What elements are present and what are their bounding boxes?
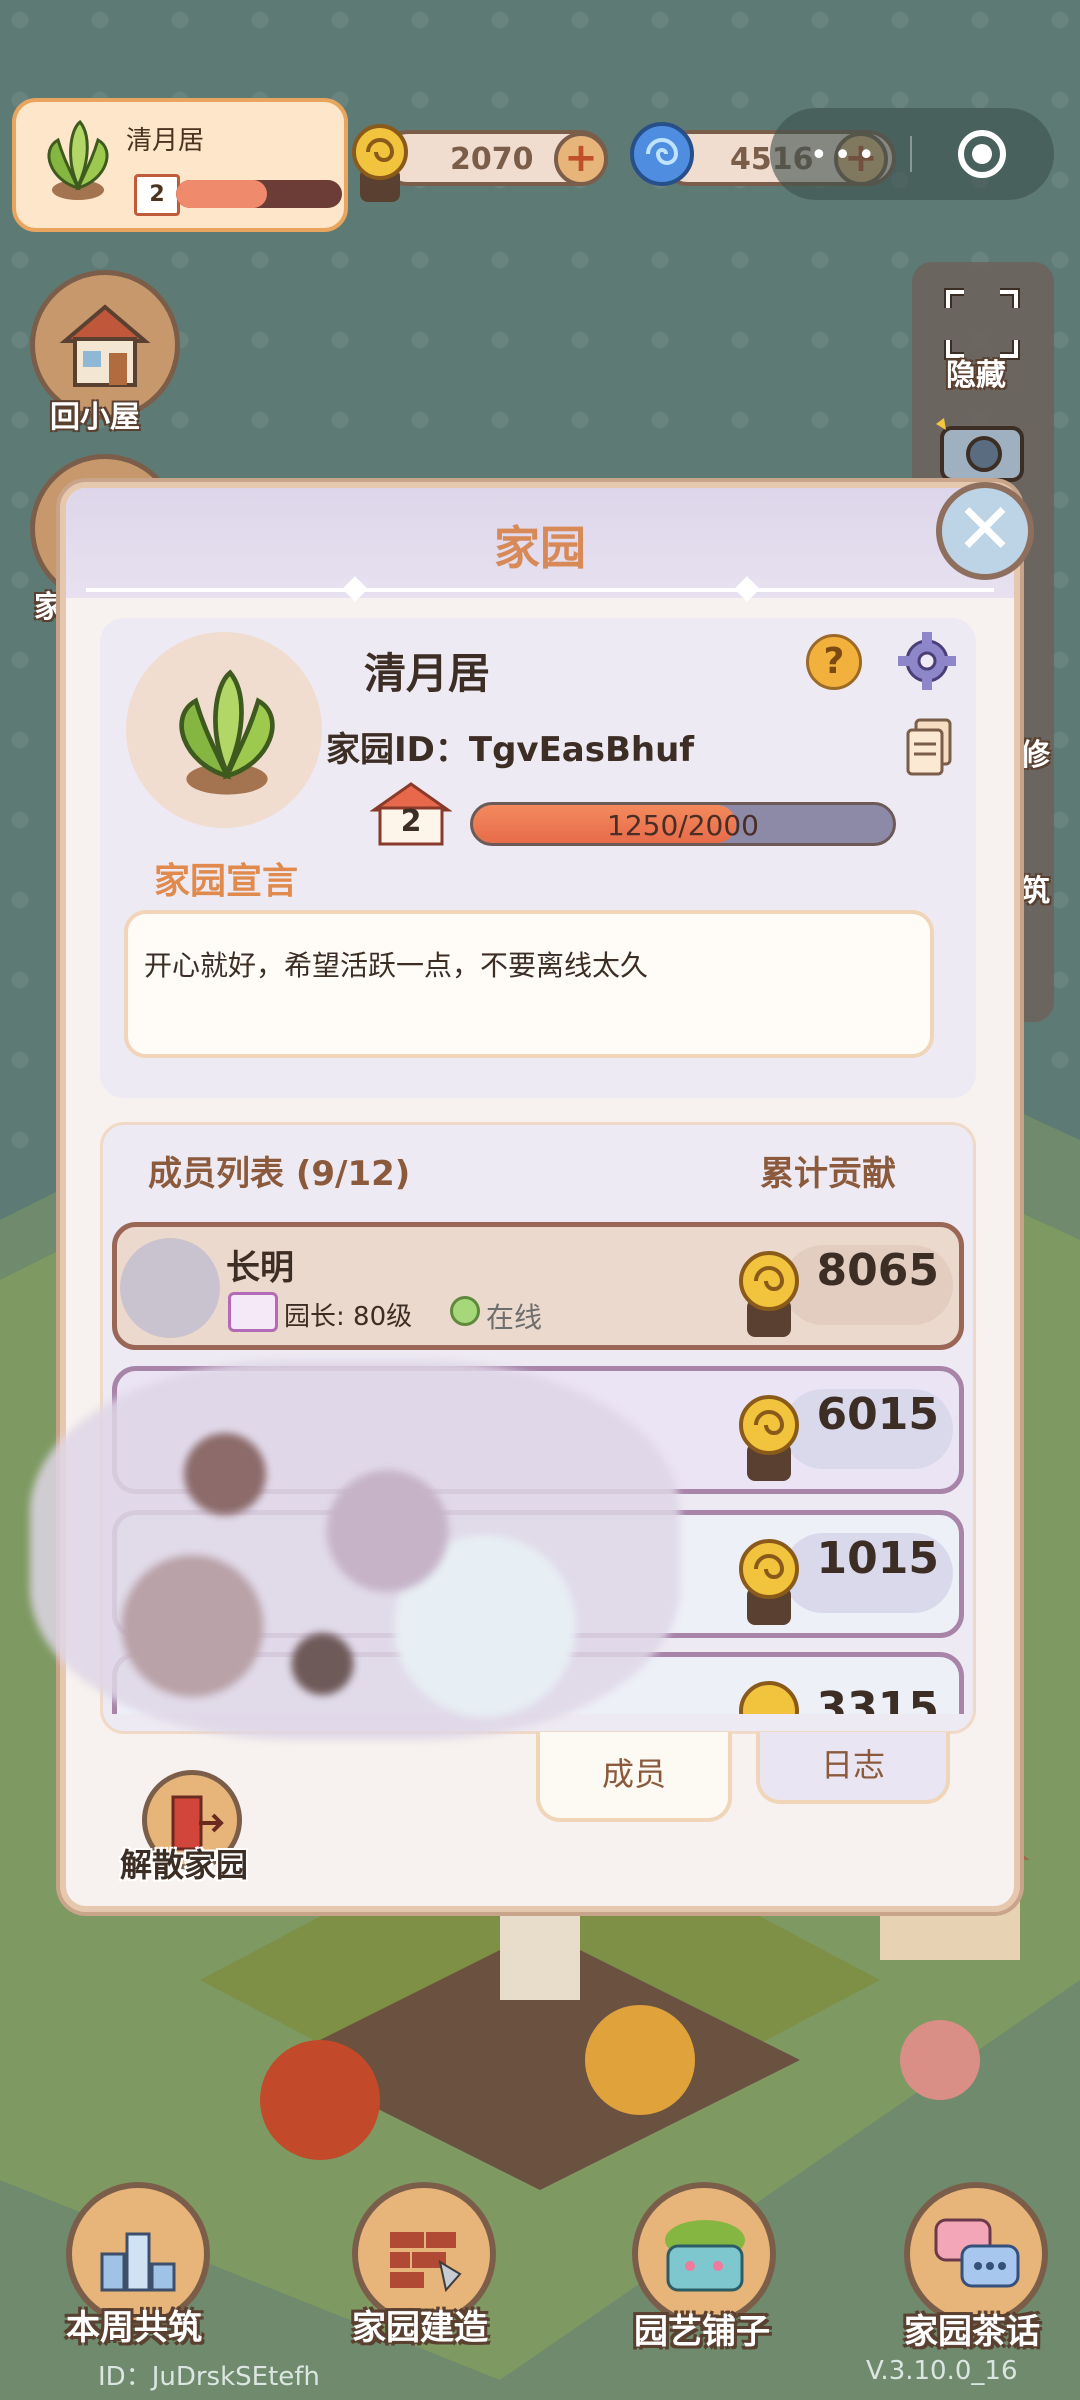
help-icon[interactable]: ? — [806, 634, 862, 690]
contribution-header: 累计贡献 — [760, 1154, 896, 1194]
capsule-divider — [910, 136, 912, 172]
version-label: V.3.10.0_16 — [866, 2356, 1018, 2386]
member-list-header: 成员列表 (9/12) — [148, 1154, 411, 1194]
garden-level: 2 — [400, 804, 422, 839]
garden-build-label: 家园建造 — [352, 2308, 488, 2348]
repair-label: 修 — [1020, 738, 1050, 773]
title-divider — [86, 588, 994, 592]
member-role: 园长: 80级 — [284, 1302, 413, 1332]
garden-badge-progress-fill — [176, 180, 268, 208]
snail-coin-icon — [739, 1539, 799, 1625]
crown-icon — [228, 1292, 278, 1332]
flower-basket-icon — [665, 2220, 745, 2292]
ranking-podium-icon — [100, 2232, 176, 2292]
exit-miniprogram-icon[interactable] — [958, 130, 1006, 178]
declaration-box[interactable] — [124, 910, 934, 1058]
close-button[interactable]: ✕ — [936, 482, 1034, 580]
redacted-area — [30, 1360, 680, 1740]
member-name: 长明 — [226, 1248, 294, 1288]
garden-name: 清月居 — [364, 649, 491, 698]
snail-coin-icon — [352, 124, 408, 202]
copy-id-icon[interactable] — [904, 718, 954, 778]
member-score: 1015 — [816, 1533, 939, 1584]
chat-bubbles-icon — [934, 2218, 1020, 2288]
snail-coin-add-button[interactable]: + — [554, 132, 608, 186]
member-status: 在线 — [486, 1301, 543, 1334]
dialog-title: 家园 — [494, 521, 586, 575]
build-label: 筑 — [1020, 874, 1050, 909]
snail-coin-icon — [739, 1395, 799, 1481]
snail-coin-icon — [739, 1251, 799, 1337]
more-menu-icon[interactable]: ••• — [810, 138, 881, 173]
tab-log[interactable]: 日志 — [756, 1732, 950, 1804]
miniprogram-capsule: ••• — [770, 108, 1054, 200]
xp-progress-bar: 1250/2000 — [470, 802, 896, 846]
garden-badge-name: 清月居 — [126, 126, 205, 156]
gear-icon[interactable] — [896, 630, 958, 692]
disband-label: 解散家园 — [120, 1846, 249, 1884]
player-id: ID：JuDrskSEtefh — [98, 2362, 320, 2392]
garden-badge[interactable]: 清月居 2 — [12, 98, 348, 232]
spiral-gem-icon — [630, 122, 694, 186]
leaf-plant-icon — [47, 119, 109, 200]
garden-badge-level: 2 — [134, 174, 180, 216]
garden-badge-progress — [176, 180, 342, 208]
garden-shop-label: 园艺铺子 — [634, 2312, 770, 2352]
back-home-label: 回小屋 — [50, 400, 140, 435]
online-status-icon — [450, 1296, 480, 1326]
garden-chat-label: 家园茶话 — [904, 2312, 1040, 2352]
camera-icon[interactable] — [934, 414, 1030, 484]
leaf-plant-icon — [179, 669, 275, 795]
garden-avatar — [126, 632, 322, 828]
member-score: 3315 — [816, 1683, 939, 1714]
member-score: 8065 — [816, 1245, 939, 1296]
xp-progress-text: 1250/2000 — [607, 809, 759, 842]
weekly-build-label: 本周共筑 — [66, 2308, 202, 2348]
member-avatar — [120, 1238, 220, 1338]
tab-members[interactable]: 成员 — [536, 1732, 732, 1822]
house-icon — [59, 304, 151, 387]
declaration-text: 开心就好，希望活跃一点，不要离线太久 — [144, 949, 649, 982]
garden-id: 家园ID：TgvEasBhuf — [326, 730, 695, 770]
bricks-trowel-icon — [390, 2232, 462, 2293]
declaration-label: 家园宣言 — [154, 861, 299, 902]
snail-coin-value: 2070 — [450, 142, 534, 177]
hide-ui-label: 隐藏 — [946, 358, 1006, 393]
member-score: 6015 — [816, 1389, 939, 1440]
snail-coin-icon — [739, 1681, 799, 1714]
